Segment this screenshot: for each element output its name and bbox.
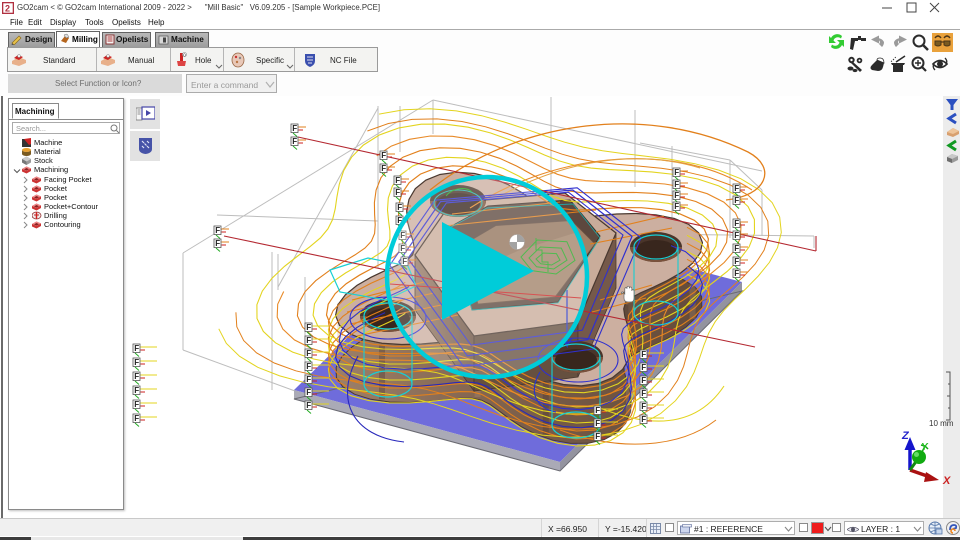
svg-text:F: F [306,401,311,410]
svg-text:F: F [641,402,646,411]
svg-text:F: F [734,257,739,266]
svg-text:F: F [215,226,220,235]
svg-text:F: F [215,239,220,248]
svg-text:F: F [395,188,400,197]
svg-text:F: F [292,137,297,146]
svg-text:F: F [306,375,311,384]
svg-text:F: F [306,349,311,358]
svg-text:10 mm: 10 mm [929,419,954,428]
svg-text:F: F [134,386,139,395]
svg-text:F: F [641,350,646,359]
svg-text:F: F [734,196,739,205]
svg-text:F: F [641,376,646,385]
svg-text:F: F [306,336,311,345]
svg-text:F: F [134,372,139,381]
svg-text:F: F [395,176,400,185]
svg-text:F: F [397,203,402,212]
svg-text:F: F [292,124,297,133]
svg-text:F: F [595,406,600,415]
svg-text:F: F [134,344,139,353]
svg-text:F: F [674,191,679,200]
svg-text:F: F [306,362,311,371]
svg-text:2: 2 [5,4,10,14]
svg-text:F: F [641,363,646,372]
svg-text:F: F [734,219,739,228]
svg-text:F: F [381,151,386,160]
svg-text:Y: Y [921,442,929,453]
svg-text:F: F [306,323,311,332]
svg-text:F: F [641,415,646,424]
svg-text:F: F [674,180,679,189]
svg-text:F: F [734,244,739,253]
svg-text:F: F [734,231,739,240]
svg-text:F: F [595,419,600,428]
svg-text:F: F [134,414,139,423]
svg-text:F: F [595,432,600,441]
svg-text:F: F [134,400,139,409]
svg-text:F: F [734,269,739,278]
svg-text:F: F [134,358,139,367]
svg-text:Z: Z [901,430,910,442]
svg-text:F: F [306,388,311,397]
svg-text:X: X [942,475,951,487]
svg-text:F: F [674,202,679,211]
svg-text:F: F [381,164,386,173]
svg-text:F: F [674,168,679,177]
svg-text:F: F [734,184,739,193]
svg-text:F: F [641,389,646,398]
